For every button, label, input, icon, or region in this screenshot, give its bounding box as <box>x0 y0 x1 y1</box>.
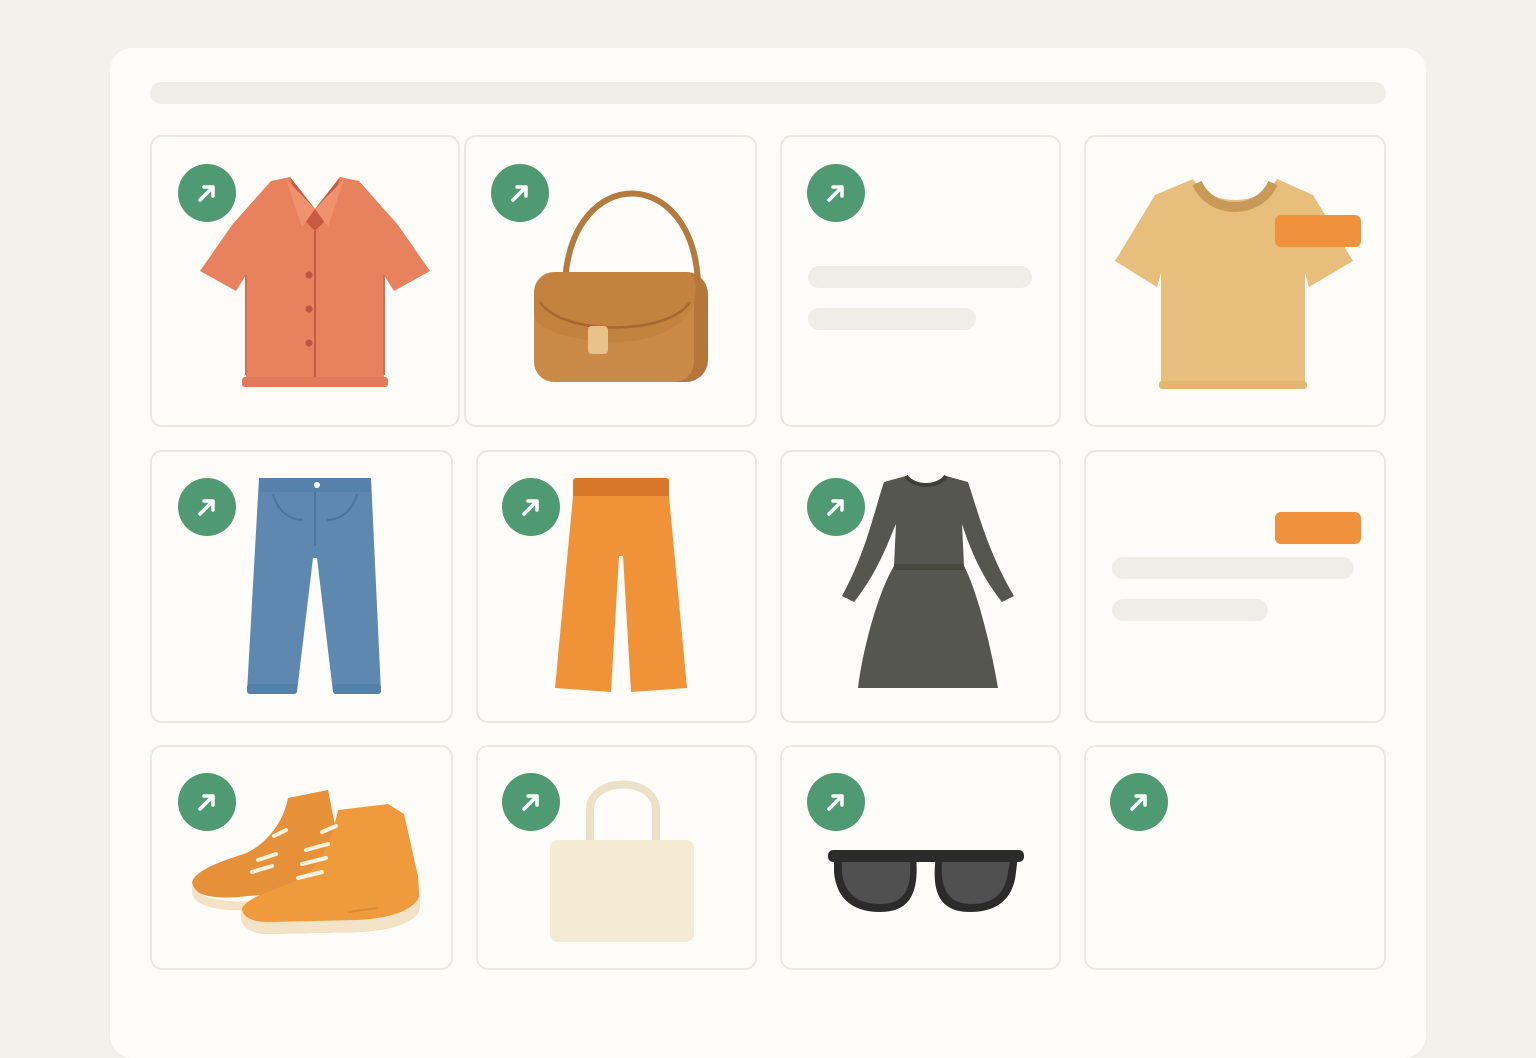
trending-up-icon[interactable] <box>807 773 865 831</box>
trending-up-icon[interactable] <box>502 773 560 831</box>
jeans-icon <box>247 478 381 694</box>
skeleton-line <box>808 308 976 330</box>
trending-up-icon[interactable] <box>807 478 865 536</box>
trending-up-icon[interactable] <box>178 164 236 222</box>
highlight-tag <box>1275 512 1361 544</box>
trending-up-icon[interactable] <box>178 478 236 536</box>
trending-up-icon[interactable] <box>178 773 236 831</box>
trending-up-icon[interactable] <box>807 164 865 222</box>
highlight-tag <box>1275 215 1361 247</box>
sunglasses-icon <box>828 850 1024 912</box>
skeleton-line <box>1112 599 1268 621</box>
pants-icon <box>555 478 687 692</box>
trending-up-icon[interactable] <box>1110 773 1168 831</box>
dress-icon <box>842 474 1014 688</box>
skeleton-line <box>1112 557 1354 579</box>
handbag-icon <box>534 190 708 382</box>
trending-up-icon[interactable] <box>502 478 560 536</box>
shirt-icon <box>200 177 430 387</box>
trending-up-icon[interactable] <box>491 164 549 222</box>
product-card-placeholder[interactable] <box>1084 450 1386 723</box>
tote-bag-icon <box>550 780 694 942</box>
search-bar-placeholder[interactable] <box>150 82 1386 104</box>
skeleton-line <box>808 266 1032 288</box>
tshirt-icon <box>1115 179 1353 389</box>
